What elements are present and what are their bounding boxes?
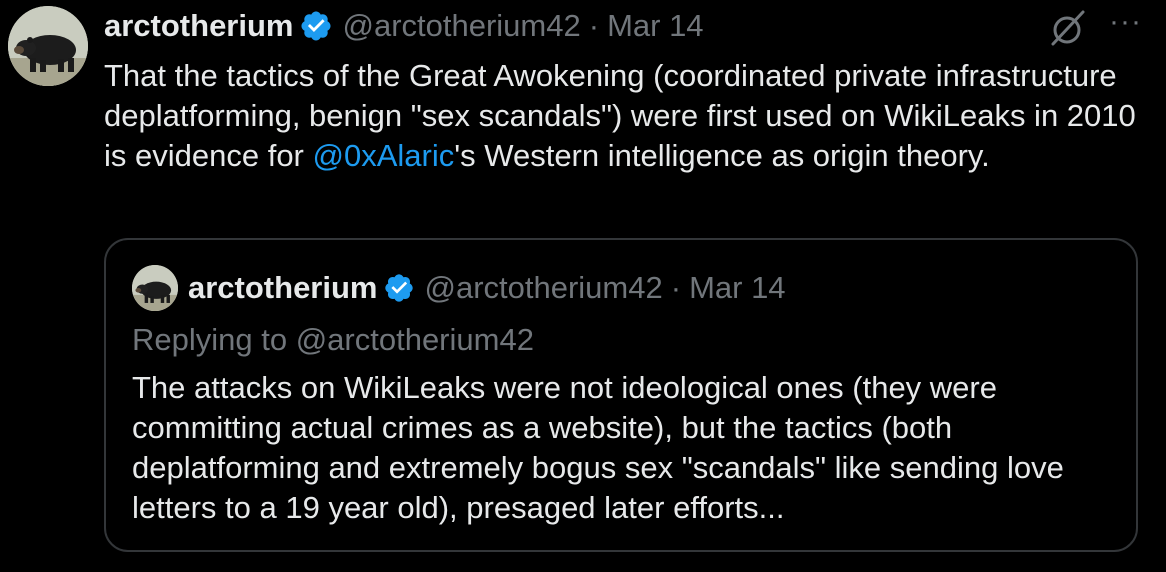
avatar[interactable] <box>8 6 88 86</box>
quoted-author-name: arctotherium <box>188 270 378 305</box>
header-separator: · <box>670 270 682 305</box>
tweet-actions: ··· <box>1047 6 1142 50</box>
verified-badge-icon <box>299 9 333 43</box>
quoted-tweet-date: Mar 14 <box>689 270 786 305</box>
tweet-header: arctotherium @arctotherium42 · Mar 14 <box>104 4 704 48</box>
eye-slash-icon[interactable] <box>1047 8 1087 48</box>
tweet-text-part: 's Western intelligence as origin theory… <box>454 138 990 173</box>
quoted-tweet-header: arctotherium @arctotherium42 · Mar 14 <box>132 265 786 311</box>
header-separator: · <box>588 8 600 43</box>
tweet-text: That the tactics of the Great Awokening … <box>104 56 1144 176</box>
avatar <box>132 265 178 311</box>
bear-avatar-image <box>8 6 88 86</box>
more-horizontal-icon[interactable]: ··· <box>1109 7 1142 37</box>
tweet-date[interactable]: Mar 14 <box>607 8 703 44</box>
verified-badge-icon <box>383 272 415 304</box>
author-handle[interactable]: @arctotherium42 <box>342 8 580 44</box>
bear-avatar-image <box>132 265 178 311</box>
quoted-author-handle: @arctotherium42 <box>424 270 663 305</box>
author-name[interactable]: arctotherium <box>104 8 293 44</box>
quoted-tweet-text: The attacks on WikiLeaks were not ideolo… <box>132 370 1064 525</box>
reply-context: Replying to @arctotherium42 <box>132 322 534 357</box>
quoted-tweet[interactable]: arctotherium @arctotherium42 · Mar 14 Re… <box>104 238 1138 552</box>
mention-link[interactable]: @0xAlaric <box>313 138 455 173</box>
